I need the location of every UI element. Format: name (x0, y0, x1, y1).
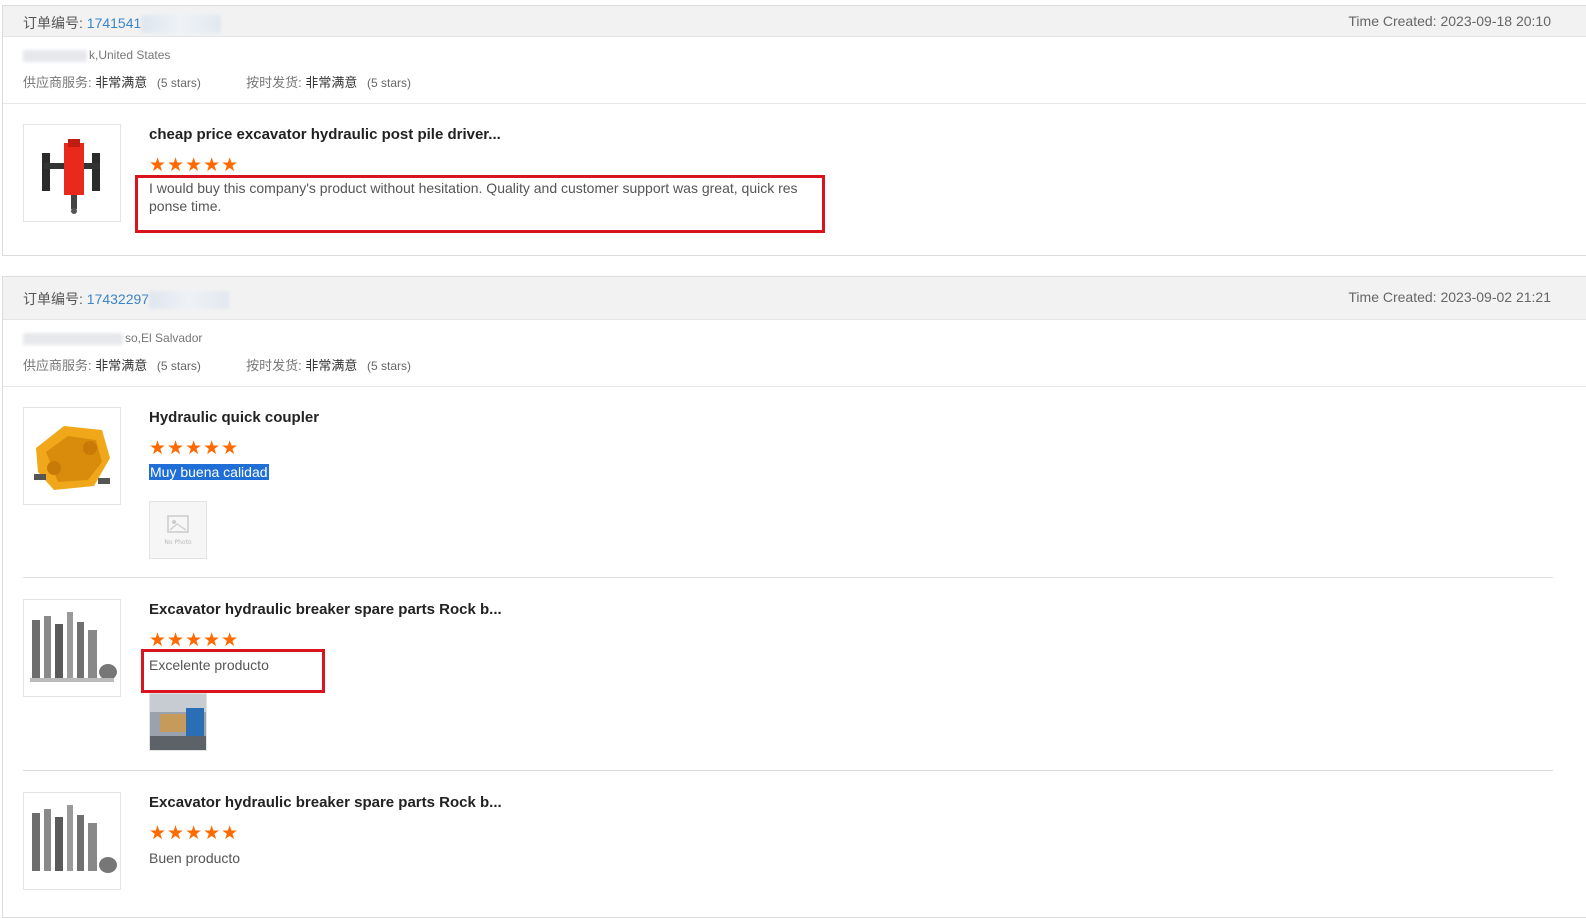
product-title[interactable]: Excavator hydraulic breaker spare parts … (149, 601, 502, 618)
rating-stars: ★★★★★ (149, 155, 240, 176)
pile-driver-image (42, 139, 100, 214)
buyer-location: k,United States (23, 48, 170, 62)
review-item: Excavator hydraulic breaker spare parts … (23, 792, 1553, 912)
item-divider (23, 577, 1553, 578)
order-number-link[interactable]: 17432297 (87, 291, 149, 307)
order-number: 订单编号: 1741541 (23, 13, 222, 34)
review-item: Hydraulic quick coupler ★★★★★ Muy buena … (23, 407, 1553, 572)
buyer-info: so,El Salvador 供应商服务: 非常满意 (5 stars) 按时发… (3, 320, 1586, 387)
breaker-parts-image (32, 805, 117, 873)
annotation-box (141, 649, 325, 693)
time-created: Time Created: 2023-09-18 20:10 (1348, 13, 1551, 29)
product-title[interactable]: Excavator hydraulic breaker spare parts … (149, 794, 502, 811)
shipment-photo (150, 694, 206, 750)
buyer-location: so,El Salvador (23, 331, 202, 345)
redacted-blur (23, 332, 123, 345)
order-number-link[interactable]: 1741541 (87, 15, 142, 31)
review-item: cheap price excavator hydraulic post pil… (23, 124, 1553, 234)
review-comment: Muy buena calidad (149, 463, 269, 481)
quick-coupler-image (34, 426, 110, 490)
time-created: Time Created: 2023-09-02 21:21 (1348, 289, 1551, 305)
order-ratings: 供应商服务: 非常满意 (5 stars) 按时发货: 非常满意 (5 star… (23, 358, 412, 373)
review-photo[interactable]: No Photo (149, 501, 207, 559)
svg-text:No Photo: No Photo (164, 539, 192, 546)
rating-stars: ★★★★★ (149, 438, 240, 459)
review-photo[interactable] (149, 693, 207, 751)
selected-text: Muy buena calidad (149, 464, 269, 480)
redacted-blur (149, 291, 230, 310)
product-thumbnail[interactable] (23, 407, 121, 505)
item-divider (23, 770, 1553, 771)
product-thumbnail[interactable] (23, 124, 121, 222)
order-card: 订单编号: 1741541 Time Created: 2023-09-18 2… (2, 5, 1586, 256)
review-comment: Buen producto (149, 850, 241, 866)
order-number: 订单编号: 17432297 (23, 289, 230, 310)
rating-stars: ★★★★★ (149, 823, 240, 844)
order-ratings: 供应商服务: 非常满意 (5 stars) 按时发货: 非常满意 (5 star… (23, 75, 412, 90)
breaker-parts-image (30, 612, 117, 682)
annotation-box (135, 175, 825, 233)
product-title[interactable]: cheap price excavator hydraulic post pil… (149, 126, 501, 143)
redacted-blur (141, 15, 222, 34)
no-photo-icon: No Photo (164, 515, 192, 546)
product-title[interactable]: Hydraulic quick coupler (149, 409, 319, 426)
redacted-blur (23, 49, 87, 62)
product-thumbnail[interactable] (23, 792, 121, 890)
order-card: 订单编号: 17432297 Time Created: 2023-09-02 … (2, 276, 1586, 918)
order-header: 订单编号: 17432297 Time Created: 2023-09-02 … (3, 277, 1586, 320)
buyer-info: k,United States 供应商服务: 非常满意 (5 stars) 按时… (3, 37, 1586, 104)
review-item: Excavator hydraulic breaker spare parts … (23, 599, 1553, 759)
product-thumbnail[interactable] (23, 599, 121, 697)
order-header: 订单编号: 1741541 Time Created: 2023-09-18 2… (3, 6, 1586, 37)
